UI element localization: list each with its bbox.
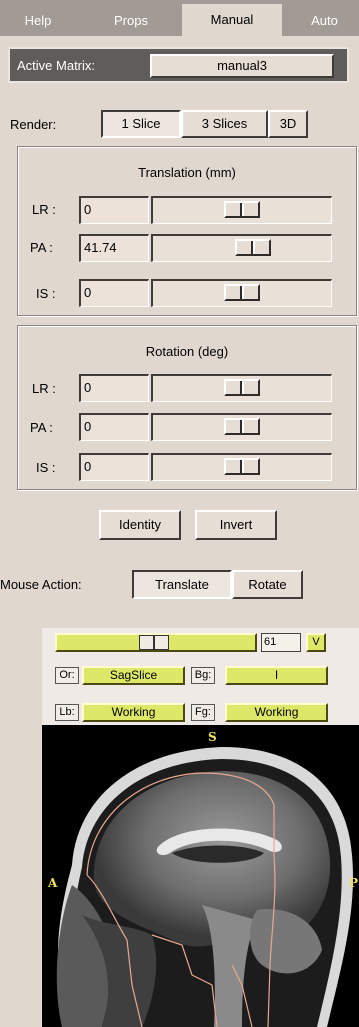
tab-help[interactable]: Help: [0, 6, 76, 36]
render-1-slice-button[interactable]: 1 Slice: [101, 110, 181, 138]
label-layer-button[interactable]: Working: [82, 703, 185, 722]
mouse-action-label: Mouse Action:: [0, 577, 82, 592]
translate-button[interactable]: Translate: [132, 570, 232, 599]
translation-is-slider[interactable]: [151, 279, 332, 307]
orient-top-label: S: [208, 730, 217, 744]
translation-pa-slider[interactable]: [151, 234, 332, 262]
translation-lr-label: LR :: [32, 202, 56, 217]
bg-label-button[interactable]: Bg:: [191, 667, 215, 684]
rotation-pa-slider[interactable]: [151, 413, 332, 441]
slider-thumb[interactable]: [235, 239, 271, 256]
rotation-pa-input[interactable]: 0: [79, 413, 149, 441]
fg-label-button[interactable]: Fg:: [191, 704, 215, 721]
invert-button[interactable]: Invert: [195, 510, 277, 540]
rotation-title: Rotation (deg): [145, 344, 229, 359]
rotation-is-slider[interactable]: [151, 453, 332, 481]
mri-sagittal-image: S A P: [42, 725, 359, 1027]
render-label: Render:: [10, 117, 57, 132]
slider-thumb[interactable]: [224, 418, 260, 435]
rotation-is-label: IS :: [36, 460, 56, 475]
rotation-is-input[interactable]: 0: [79, 453, 149, 481]
identity-button[interactable]: Identity: [99, 510, 181, 540]
slice-value-input[interactable]: 61: [261, 633, 301, 652]
active-matrix-label: Active Matrix:: [17, 58, 96, 73]
tab-manual[interactable]: Manual: [182, 4, 282, 36]
orient-left-label: A: [47, 876, 58, 890]
translation-pa-label: PA :: [30, 240, 53, 255]
slice-slider-thumb[interactable]: [139, 635, 169, 650]
render-3-slices-button[interactable]: 3 Slices: [181, 110, 268, 138]
background-button[interactable]: I: [225, 666, 328, 685]
mri-slice-viewer[interactable]: S A P: [42, 725, 359, 1027]
slice-slider[interactable]: [55, 633, 257, 652]
render-3d-button[interactable]: 3D: [268, 110, 308, 138]
rotation-lr-label: LR :: [32, 381, 56, 396]
active-matrix-button[interactable]: manual3: [150, 54, 334, 78]
slider-thumb[interactable]: [224, 458, 260, 475]
rotate-button[interactable]: Rotate: [232, 570, 303, 599]
thumb-grip-icon: [153, 636, 155, 649]
or-label-button[interactable]: Or:: [55, 667, 79, 684]
translation-is-label: IS :: [36, 286, 56, 301]
rotation-pa-label: PA :: [30, 420, 53, 435]
translation-is-input[interactable]: 0: [79, 279, 149, 307]
slider-thumb[interactable]: [224, 379, 260, 396]
orient-right-label: P: [349, 876, 358, 890]
rotation-lr-slider[interactable]: [151, 374, 332, 402]
translation-lr-input[interactable]: 0: [79, 196, 149, 224]
rotation-lr-input[interactable]: 0: [79, 374, 149, 402]
orientation-button[interactable]: SagSlice: [82, 666, 185, 685]
foreground-button[interactable]: Working: [225, 703, 328, 722]
translation-pa-input[interactable]: 41.74: [79, 234, 149, 262]
translation-lr-slider[interactable]: [151, 196, 332, 224]
slider-thumb[interactable]: [224, 201, 260, 218]
translation-title: Translation (mm): [138, 165, 236, 180]
tab-props[interactable]: Props: [86, 6, 176, 36]
slider-thumb[interactable]: [224, 284, 260, 301]
v-button[interactable]: V: [306, 633, 326, 652]
lb-label-button[interactable]: Lb:: [55, 704, 79, 721]
tab-auto[interactable]: Auto: [290, 6, 359, 36]
